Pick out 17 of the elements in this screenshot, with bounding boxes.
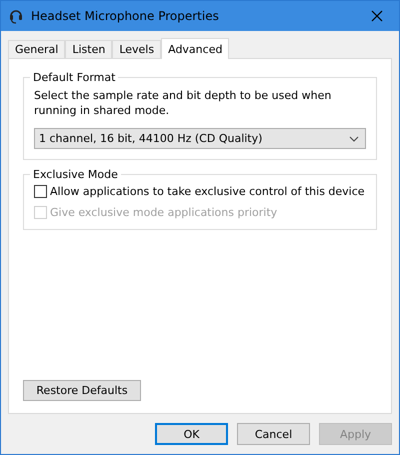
chevron-icon (349, 136, 359, 142)
restore-defaults-button[interactable]: Restore Defaults (23, 380, 141, 401)
tab[interactable]: Levels (112, 40, 162, 58)
tab[interactable]: Listen (65, 40, 112, 58)
description-text: Select the sample rate and bit depth to be used when running in shared mode. (34, 88, 332, 118)
tab[interactable]: General (8, 40, 66, 58)
group-title: Default Format (32, 71, 116, 84)
window-title: Headset Microphone Properties (31, 9, 220, 23)
close-icon (371, 10, 383, 22)
dialog-button[interactable]: Cancel (237, 423, 310, 445)
checkbox-option[interactable]: Allow applications to take exclusive control of this device (34, 185, 366, 198)
checkbox[interactable] (34, 185, 47, 198)
format-dropdown[interactable]: 1 channel, 16 bit, 44100 Hz (CD Quality) (34, 128, 366, 149)
tab[interactable]: Advanced (161, 38, 230, 59)
headset-icon (9, 8, 23, 24)
dialog-button[interactable]: OK (155, 423, 228, 445)
group-title: Exclusive Mode (32, 168, 119, 181)
